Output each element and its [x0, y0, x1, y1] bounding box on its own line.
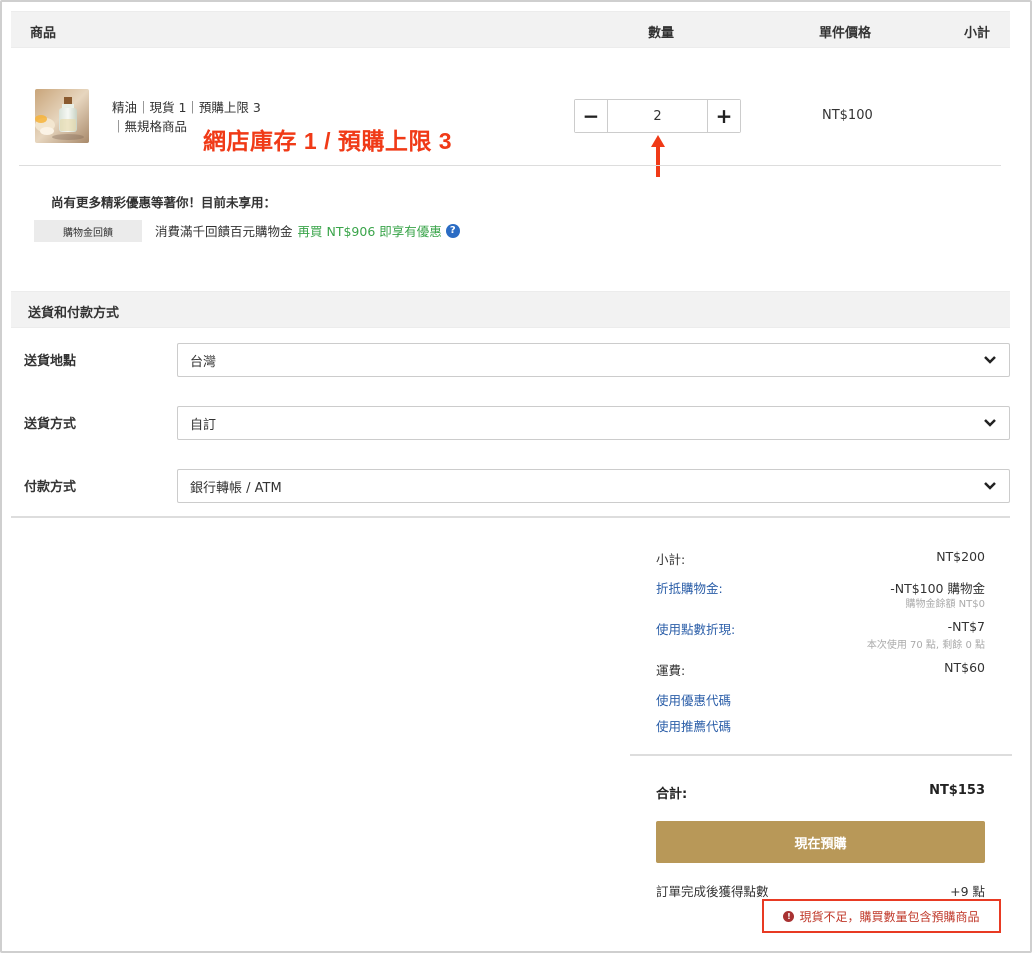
total-label: 合計:: [656, 787, 688, 802]
header-product: 商品: [30, 26, 57, 41]
cart-table-header: 商品 數量 單件價格 小計: [11, 11, 1010, 48]
delivery-method-value: 自訂: [190, 417, 217, 433]
credit-balance-note: 購物金餘額 NT$0: [905, 599, 986, 610]
shipping-value: NT$60: [944, 660, 985, 675]
promo-title: 尚有更多精彩優惠等著你！目前未享用：: [51, 195, 277, 210]
quantity-stepper: − +: [574, 99, 741, 133]
earn-points-row: 訂單完成後獲得點數 +9 點: [656, 881, 985, 900]
total-value: NT$153: [929, 783, 985, 798]
points-link[interactable]: 使用點數折現:: [656, 619, 735, 638]
header-unit-price: 單件價格: [819, 26, 872, 41]
summary-total: 合計: NT$153: [656, 783, 985, 802]
payment-method-value: 銀行轉帳 / ATM: [190, 480, 282, 496]
section-divider: [11, 516, 1010, 518]
delivery-section-header: 送貨和付款方式: [11, 291, 1010, 328]
header-quantity: 數量: [648, 26, 675, 41]
delivery-location-select[interactable]: 台灣: [177, 343, 1010, 377]
delivery-location-label: 送貨地點: [24, 354, 77, 369]
header-subtotal: 小計: [964, 26, 991, 41]
payment-method-select[interactable]: 銀行轉帳 / ATM: [177, 469, 1010, 503]
decrement-button[interactable]: −: [575, 100, 608, 132]
earn-points-label: 訂單完成後獲得點數: [656, 884, 769, 899]
earn-points-value: +9 點: [950, 884, 985, 899]
referral-code-link[interactable]: 使用推薦代碼: [656, 716, 731, 735]
points-usage-note: 本次使用 70 點, 剩餘 0 點: [866, 640, 985, 651]
subtotal-label: 小計:: [656, 552, 686, 567]
payment-method-label: 付款方式: [24, 480, 77, 495]
chevron-down-icon: [984, 419, 996, 427]
coupon-code-link[interactable]: 使用優惠代碼: [656, 690, 731, 709]
quantity-input[interactable]: [608, 100, 707, 132]
shipping-label: 運費:: [656, 663, 686, 678]
credit-link[interactable]: 折抵購物金:: [656, 578, 723, 597]
promo-tag: 購物金回饋: [34, 220, 142, 242]
delivery-location-value: 台灣: [190, 354, 217, 370]
delivery-section-title: 送貨和付款方式: [28, 306, 120, 321]
promo-highlight: 再買 NT$906 即享有優惠: [297, 224, 442, 239]
promo-description-text: 消費滿千回饋百元購物金: [155, 224, 293, 239]
promo-description: 消費滿千回饋百元購物金 再買 NT$906 即享有優惠 ?: [155, 221, 460, 240]
product-thumbnail[interactable]: [35, 89, 89, 143]
summary-divider: [630, 754, 1012, 756]
stock-warning: ! 現貨不足，購買數量包含預購商品: [762, 899, 1001, 933]
chevron-down-icon: [984, 356, 996, 364]
increment-button[interactable]: +: [707, 100, 740, 132]
stock-annotation: 網店庫存 1 / 預購上限 3: [203, 128, 453, 154]
chevron-down-icon: [984, 482, 996, 490]
exclamation-circle-icon: !: [783, 910, 795, 922]
preorder-now-button[interactable]: 現在預購: [656, 821, 985, 863]
delivery-method-label: 送貨方式: [24, 417, 77, 432]
stock-warning-text: 現貨不足，購買數量包含預購商品: [799, 909, 980, 924]
question-circle-icon[interactable]: ?: [445, 223, 460, 238]
product-name-line1: 精油｜現貨 1｜預購上限 3: [112, 100, 261, 115]
row-divider: [19, 165, 1001, 166]
points-value: -NT$7: [947, 619, 985, 634]
delivery-method-select[interactable]: 自訂: [177, 406, 1010, 440]
annotation-arrow-icon: [651, 135, 665, 177]
subtotal-value: NT$200: [936, 549, 985, 564]
unit-price: NT$100: [822, 108, 873, 123]
